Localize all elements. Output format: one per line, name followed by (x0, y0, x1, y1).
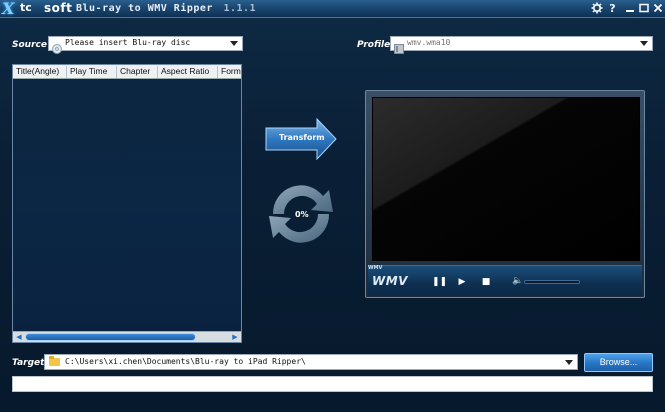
logo-tc-text: tc (20, 1, 32, 14)
column-header[interactable]: Aspect Ratio (158, 66, 218, 78)
volume-slider[interactable] (524, 280, 580, 284)
column-header[interactable]: Form (218, 66, 241, 78)
profile-value: wmv.wma10 (407, 38, 451, 47)
pause-icon[interactable]: ❚❚ (432, 277, 447, 287)
app-title-version: 1.1.1 (223, 3, 257, 14)
table-header: Title(Angle) Play Time Chapter Aspect Ra… (13, 65, 241, 79)
source-dropdown[interactable]: Please insert Blu-ray disc (48, 36, 243, 54)
play-icon[interactable]: ▶ (456, 277, 468, 287)
app-title: Blu-ray to WMV Ripper 1.1.1 (76, 3, 256, 14)
wmv-logo: WMV (372, 274, 408, 288)
disc-icon (52, 39, 62, 58)
chevron-down-icon[interactable] (565, 360, 573, 365)
transform-progress-text: 0% (295, 210, 309, 219)
close-icon[interactable] (651, 2, 664, 15)
maximize-icon[interactable] (637, 2, 650, 15)
scroll-left-icon[interactable]: ◀ (14, 332, 24, 342)
transform-label: Transform (279, 133, 325, 142)
folder-icon (49, 356, 60, 366)
title-table[interactable]: Title(Angle) Play Time Chapter Aspect Ra… (12, 64, 242, 343)
conversion-progress-bar (12, 376, 653, 392)
refresh-progress-icon: 0% (253, 176, 349, 252)
app-title-text: Blu-ray to WMV Ripper (76, 3, 213, 14)
player-controls: WMV WMV ❚❚ ▶ ■ 🔈 (368, 265, 642, 296)
volume-icon[interactable]: 🔈 (512, 276, 523, 286)
scroll-right-icon[interactable]: ▶ (230, 332, 240, 342)
chevron-down-icon[interactable] (640, 41, 648, 46)
video-preview: WMV WMV ❚❚ ▶ ■ 🔈 (365, 90, 645, 298)
target-path-dropdown[interactable]: C:\Users\xi.chen\Documents\Blu-ray to iP… (44, 354, 578, 370)
scrollbar-thumb[interactable] (25, 333, 196, 341)
title-bar[interactable]: X tc soft Blu-ray to WMV Ripper 1.1.1 ? (0, 0, 665, 18)
column-header[interactable]: Play Time (67, 66, 117, 78)
help-icon[interactable]: ? (606, 2, 619, 15)
minimize-icon[interactable] (623, 2, 636, 15)
horizontal-scrollbar[interactable]: ◀ ▶ (13, 331, 241, 342)
logo-soft-text: soft (44, 1, 73, 15)
app-window: X tc soft Blu-ray to WMV Ripper 1.1.1 ? … (0, 0, 665, 412)
column-header[interactable]: Chapter (117, 66, 158, 78)
browse-button[interactable]: Browse... (584, 353, 653, 372)
target-path-value: C:\Users\xi.chen\Documents\Blu-ray to iP… (65, 357, 306, 366)
transform-button[interactable]: Transform (265, 117, 337, 161)
profile-dropdown[interactable]: wmv.wma10 (390, 36, 653, 54)
stop-icon[interactable]: ■ (480, 277, 492, 287)
source-value: Please insert Blu-ray disc (65, 38, 191, 47)
column-header[interactable]: Title(Angle) (13, 66, 67, 78)
profile-format-icon (394, 39, 404, 58)
settings-icon[interactable] (590, 2, 603, 15)
chevron-down-icon[interactable] (230, 41, 238, 46)
wmv-small-logo: WMV (368, 265, 383, 271)
preview-screen (372, 97, 640, 261)
